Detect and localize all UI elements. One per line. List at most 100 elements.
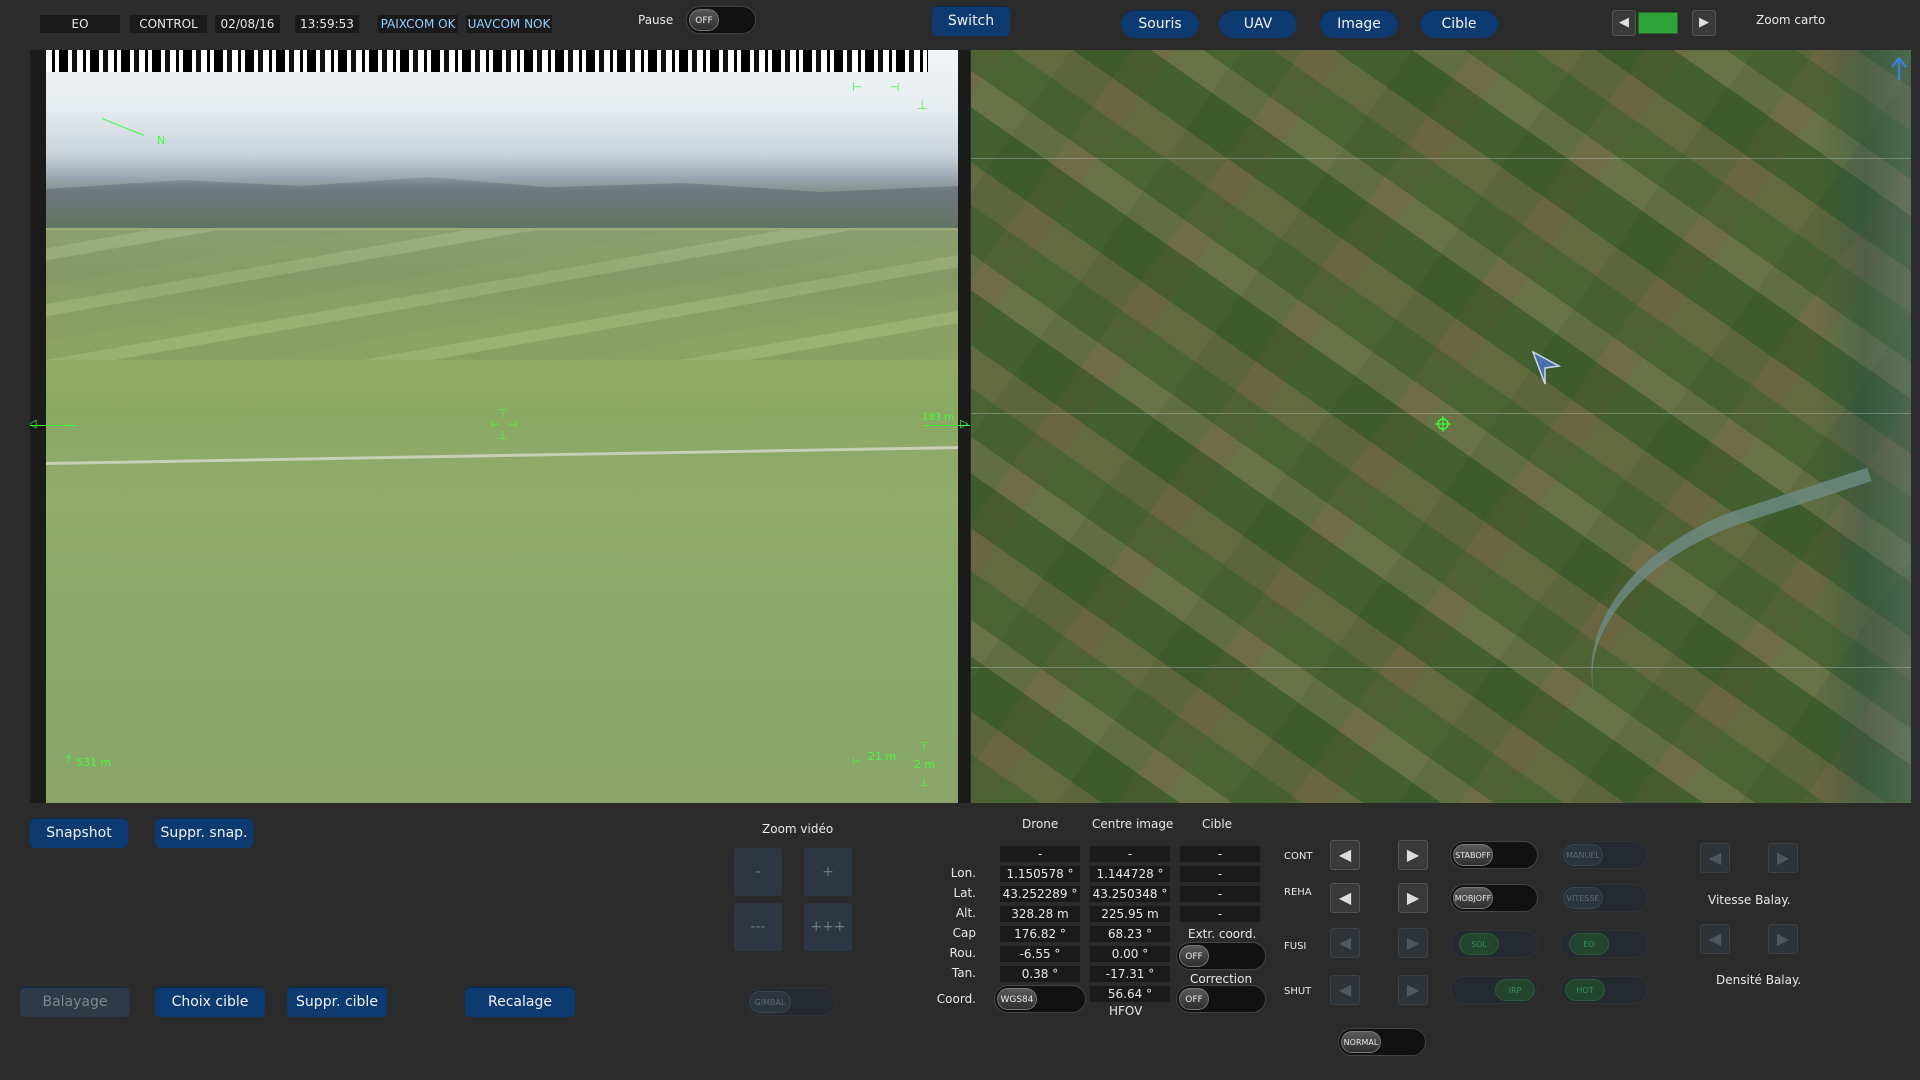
zoom-video-plus-button[interactable]: + [804, 848, 852, 896]
video-panel[interactable]: N ⊢ ⊣ ⊥ ◁ ⊤ ⊢ ⊣ ⊥ 183 m ▷ ↑ 531 m ⊤ 21 m … [30, 50, 970, 803]
map-panel[interactable] [971, 50, 1911, 803]
row-label-rou: Rou. [949, 946, 976, 960]
tab-souris[interactable]: Souris [1121, 10, 1199, 38]
eo-toggle[interactable]: EO [1560, 930, 1648, 958]
densite-balay-left-button[interactable]: ◀ [1700, 924, 1730, 954]
densite-balay-right-button[interactable]: ▶ [1768, 924, 1798, 954]
gimbal-toggle-knob: GIMBAL [749, 991, 791, 1013]
row-label-lat: Lat. [953, 886, 976, 900]
right-horizon-readout: 183 m [922, 412, 955, 423]
centre-cap: 68.23 ° [1090, 926, 1170, 942]
normal-toggle[interactable]: NORMAL [1338, 1028, 1426, 1056]
cont-right-button[interactable]: ▶ [1398, 840, 1428, 870]
mobj-toggle[interactable]: MOBJOFF [1450, 884, 1538, 912]
cont-left-button[interactable]: ◀ [1330, 840, 1360, 870]
uavcom-status: UAVCOM NOK [466, 15, 552, 33]
snapshot-button[interactable]: Snapshot [30, 818, 128, 848]
zoom-carto-right-button[interactable]: ▶ [1692, 10, 1716, 36]
pause-label: Pause [638, 13, 674, 27]
drone-lat: 43.252289 ° [1000, 886, 1080, 902]
control-indicator: CONTROL [130, 15, 207, 33]
shut-label: SHUT [1284, 986, 1312, 997]
mode-indicator: EO [40, 15, 120, 33]
shut-left-button[interactable]: ◀ [1330, 975, 1360, 1005]
mobj-toggle-knob: MOBJOFF [1453, 887, 1493, 909]
eo-toggle-knob: EO [1569, 933, 1609, 955]
fusi-left-button[interactable]: ◀ [1330, 928, 1360, 958]
stab-toggle-knob: STABOFF [1453, 844, 1493, 866]
row-label-alt: Alt. [955, 906, 976, 920]
coord-label: Coord. [936, 992, 976, 1006]
video-fields [46, 230, 958, 360]
time-display: 13:59:53 [295, 15, 359, 33]
manuel-toggle-knob: MANUEL [1563, 844, 1603, 866]
row-label-lon: Lon. [950, 866, 976, 880]
video-hills [46, 177, 958, 228]
suppr-cible-button[interactable]: Suppr. cible [287, 987, 387, 1017]
switch-button[interactable]: Switch [932, 6, 1010, 36]
video-road [45, 446, 958, 465]
scale-left-tick: ⊢ [852, 755, 862, 768]
irp-toggle[interactable]: IRP [1450, 976, 1538, 1004]
extr-coord-label: Extr. coord. [1188, 927, 1257, 941]
cible-lat: - [1180, 886, 1260, 902]
tab-cible[interactable]: Cible [1420, 10, 1498, 38]
pause-toggle-knob: OFF [689, 9, 719, 31]
cible-alt: - [1180, 906, 1260, 922]
vitesse-balay-right-button[interactable]: ▶ [1768, 843, 1798, 873]
extr-coord-toggle[interactable]: OFF [1176, 942, 1266, 970]
reha-right-button[interactable]: ▶ [1398, 883, 1428, 913]
vitesse-toggle[interactable]: VITESSE [1560, 884, 1648, 912]
drone-cap: 176.82 ° [1000, 926, 1080, 942]
fusi-label: FUSI [1284, 941, 1307, 952]
drone-rou: -6.55 ° [1000, 946, 1080, 962]
left-horizon-arrow: ◁ [30, 417, 37, 430]
balayage-button[interactable]: Balayage [20, 987, 130, 1017]
centre-rou: 0.00 ° [1090, 946, 1170, 962]
extr-coord-toggle-knob: OFF [1179, 945, 1209, 967]
zoom-video-minus3-button[interactable]: --- [734, 903, 782, 951]
map-grid-line-3 [971, 667, 1911, 668]
center-crosshair: ⊤ ⊢ ⊣ ⊥ [491, 407, 518, 442]
row-label-cap: Cap [952, 926, 976, 940]
uav-position-icon[interactable] [1531, 350, 1561, 386]
map-grid-line-2 [971, 413, 1911, 414]
gimbal-toggle[interactable]: GIMBAL [746, 988, 836, 1016]
correction-toggle-knob: OFF [1179, 988, 1209, 1010]
left-horizon-marker [30, 425, 75, 426]
zoom-video-minus-button[interactable]: - [734, 848, 782, 896]
zoom-video-plus3-button[interactable]: +++ [804, 903, 852, 951]
centre-row0: - [1090, 846, 1170, 862]
tab-uav[interactable]: UAV [1219, 10, 1297, 38]
zoom-carto-left-button[interactable]: ◀ [1612, 10, 1636, 36]
tab-image[interactable]: Image [1320, 10, 1398, 38]
hot-toggle[interactable]: HOT [1560, 976, 1648, 1004]
choix-cible-button[interactable]: Choix cible [155, 987, 265, 1017]
vitesse-balay-label: Vitesse Balay. [1708, 893, 1791, 907]
recalage-button[interactable]: Recalage [465, 987, 575, 1017]
correction-toggle[interactable]: OFF [1176, 985, 1266, 1013]
scale-bottom-tick: ⊥ [919, 776, 929, 789]
reha-left-button[interactable]: ◀ [1330, 883, 1360, 913]
coord-system-toggle[interactable]: WGS84 [994, 985, 1086, 1013]
right-horizon-arrow: ▷ [960, 417, 969, 430]
manuel-toggle[interactable]: MANUEL [1560, 841, 1648, 869]
drone-tan: 0.38 ° [1000, 966, 1080, 982]
reha-label: REHA [1284, 887, 1312, 898]
cible-lon: - [1180, 866, 1260, 882]
suppr-snap-button[interactable]: Suppr. snap. [155, 818, 253, 848]
sol-toggle-knob: SOL [1459, 933, 1499, 955]
stab-toggle[interactable]: STABOFF [1450, 841, 1538, 869]
vitesse-balay-left-button[interactable]: ◀ [1700, 843, 1730, 873]
altitude-readout: 531 m [76, 756, 112, 769]
densite-balay-label: Densité Balay. [1716, 973, 1802, 987]
centre-lon: 1.144728 ° [1090, 866, 1170, 882]
sol-toggle[interactable]: SOL [1450, 930, 1538, 958]
vitesse-toggle-knob: VITESSE [1563, 887, 1603, 909]
distance-readout: 21 m [868, 750, 897, 763]
centre-alt: 225.95 m [1090, 906, 1170, 922]
pause-toggle[interactable]: OFF [686, 6, 756, 34]
scale-top-tick: ⊤ [919, 740, 929, 753]
shut-right-button[interactable]: ▶ [1398, 975, 1428, 1005]
fusi-right-button[interactable]: ▶ [1398, 928, 1428, 958]
